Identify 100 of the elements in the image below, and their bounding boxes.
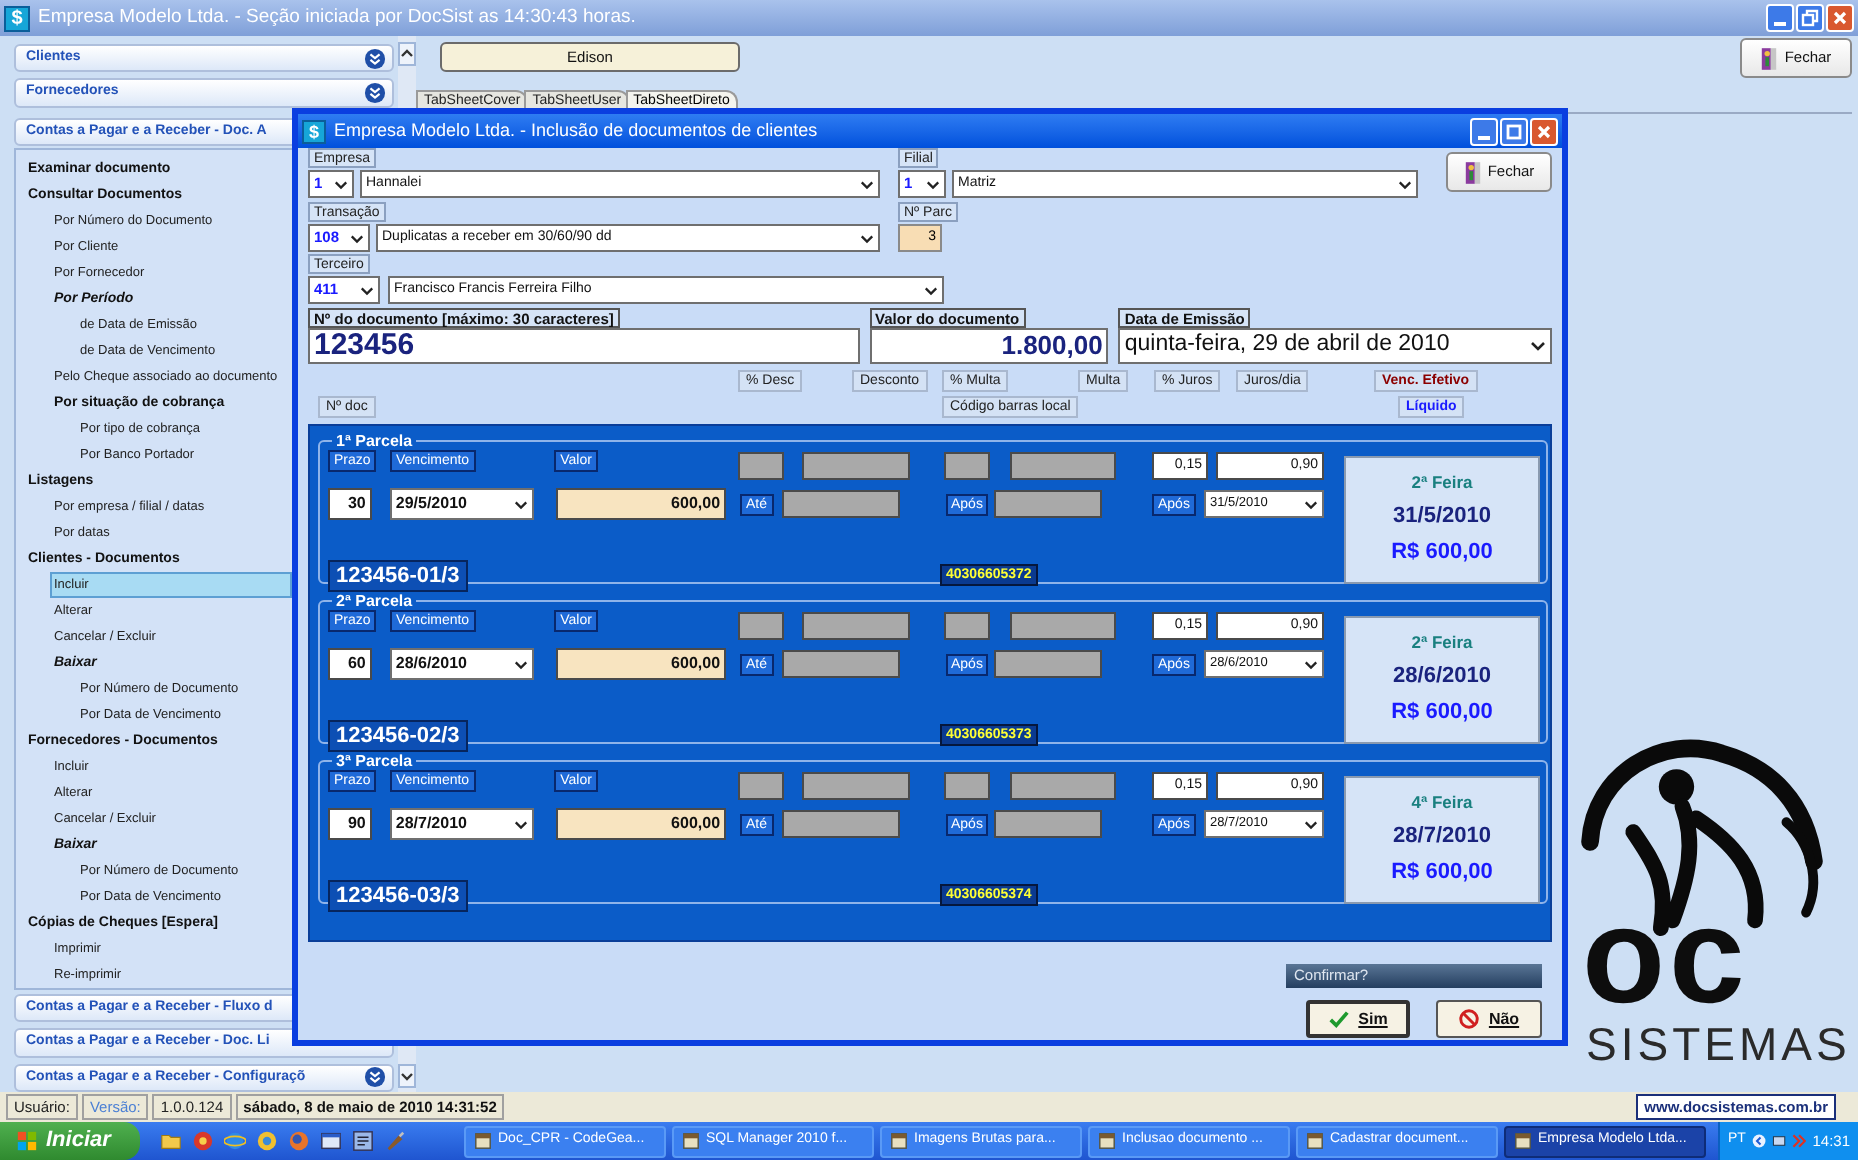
arrow-icon[interactable] [1751,1132,1767,1150]
input-field[interactable]: 1.800,00 [869,328,1109,364]
input-field[interactable]: 30 [328,488,372,520]
input-field[interactable]: 123456 [308,328,860,364]
dropdown[interactable]: 28/6/2010 [389,648,533,680]
amount-text: R$ 600,00 [1391,538,1493,569]
app-icon: $ [302,119,326,143]
window-icon [474,1132,492,1150]
disabled-field [738,452,784,480]
date-dropdown[interactable]: quinta-feira, 29 de abril de 2010 [1118,328,1552,364]
window-icon[interactable] [352,1130,374,1152]
document-number: 123456-03/3 [328,880,468,912]
window-icon[interactable] [320,1130,342,1152]
disabled-field [781,650,900,678]
close-button[interactable] [1530,117,1558,145]
close-button[interactable] [1826,4,1854,32]
logo-subtitle: SISTEMAS [1586,1020,1851,1068]
monitor-icon[interactable] [1772,1132,1787,1150]
disabled-field [738,772,784,800]
input-field[interactable]: 60 [328,648,372,680]
caret-icon [360,285,374,295]
chevron-icon [364,47,386,70]
caret-icon [1529,340,1546,352]
input-field[interactable]: 90 [328,808,372,840]
minimize-button[interactable] [1470,117,1498,145]
caret-icon [350,233,364,243]
windows-logo-icon [16,1130,38,1152]
window-icon [682,1132,700,1150]
window-icon [1306,1132,1324,1150]
window-icon [1514,1132,1532,1150]
disabled-field [1010,452,1116,480]
disabled-field [1010,612,1116,640]
caret-icon [1303,819,1318,829]
yes-button[interactable]: Sim [1306,1000,1410,1038]
caret-icon [860,179,874,189]
window-icon [1098,1132,1116,1150]
disabled-field [1010,772,1116,800]
installment-title: 2ª Parcela [334,592,415,610]
document-number: 123456-02/3 [328,720,468,752]
close-icon [1830,8,1850,28]
dropdown[interactable]: 29/5/2010 [389,488,533,520]
disabled-field [802,772,910,800]
due-date: 28/6/2010 [1393,661,1491,692]
logo-text: oc [1582,896,1749,1016]
input-field[interactable]: 600,00 [555,648,727,680]
disabled-field [802,612,910,640]
globe-icon[interactable] [288,1130,310,1152]
no-entry-icon [1458,1008,1481,1030]
document-number: 123456-01/3 [328,560,468,592]
disabled-field [781,810,900,838]
scroll-down-button[interactable] [398,1064,416,1088]
caret-icon [1303,659,1318,669]
amount-text: R$ 600,00 [1391,858,1493,889]
maximize-icon [1504,121,1524,141]
circle-icon[interactable] [192,1130,214,1152]
due-date: 31/5/2010 [1393,501,1491,532]
minimize-button[interactable] [1766,4,1794,32]
close-icon [1534,121,1554,141]
disabled-field [944,612,990,640]
amount-text: R$ 600,00 [1391,698,1493,729]
installment-title: 1ª Parcela [334,432,415,450]
installment-title: 3ª Parcela [334,752,415,770]
weekday-text: 4ª Feira [1411,790,1473,816]
no-button[interactable]: Não [1436,1000,1542,1038]
input-field[interactable]: 600,00 [555,488,727,520]
weekday-text: 2ª Feira [1411,470,1473,496]
door-icon [1760,45,1779,71]
brush-icon[interactable] [384,1130,406,1152]
caret-icon [513,659,527,669]
disabled-field [994,650,1103,678]
disabled-field [781,490,900,518]
disabled-field [944,452,990,480]
restore-button[interactable] [1796,4,1824,32]
caret-icon [926,179,940,189]
disabled-field [944,772,990,800]
restore-icon [1800,8,1820,28]
chevron-icon [364,81,386,104]
minimize-icon [1478,135,1490,139]
circle-icon[interactable] [256,1130,278,1152]
caret-icon [513,499,527,509]
folder-icon[interactable] [160,1130,182,1152]
check-icon [1328,1008,1351,1030]
scroll-up-button[interactable] [398,42,416,66]
caret-icon [1398,179,1412,189]
door-icon [1463,159,1482,185]
caret-icon [334,179,348,189]
window-title: Empresa Modelo Ltda. - Seção iniciada por DocSist as 14:30:43 horas. [38,3,638,32]
disabled-field [994,810,1103,838]
disabled-field [802,452,910,480]
disabled-field [994,490,1103,518]
due-date: 28/7/2010 [1393,821,1491,852]
globe-icon[interactable] [224,1130,246,1152]
maximize-button[interactable] [1500,117,1528,145]
input-field[interactable]: 600,00 [555,808,727,840]
chevron-icon [364,1066,386,1089]
dropdown[interactable]: 28/7/2010 [389,808,533,840]
window-icon [890,1132,908,1150]
app-icon: $ [4,5,30,31]
caret-icon [513,819,527,829]
caret-icon [924,285,938,295]
